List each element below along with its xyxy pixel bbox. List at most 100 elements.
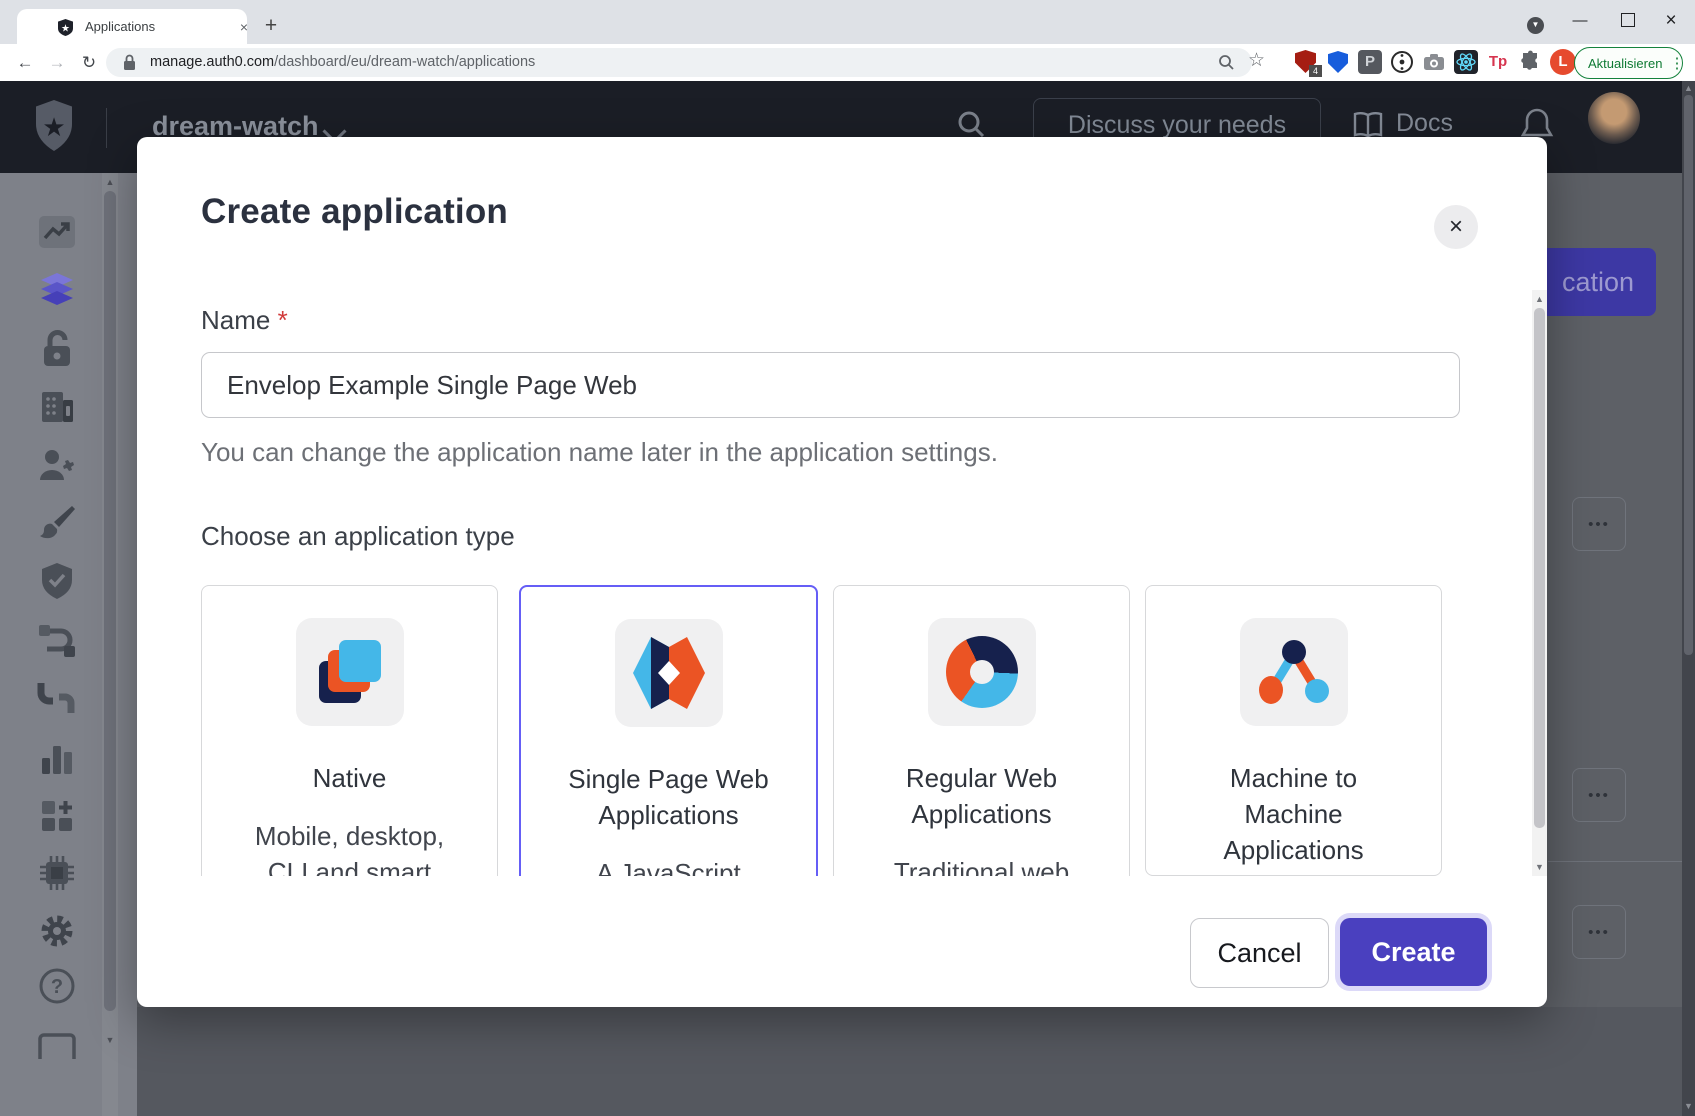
ublock-extension-icon[interactable]: 4 (1294, 50, 1318, 74)
reload-button-icon[interactable]: ↻ (76, 50, 102, 76)
p-extension-icon[interactable]: P (1358, 50, 1382, 74)
scroll-down-icon[interactable]: ▼ (102, 1035, 118, 1045)
sidebar-item-organizations[interactable] (35, 385, 79, 429)
camera-extension-icon[interactable] (1422, 50, 1446, 74)
page-scrollbar-thumb[interactable] (1684, 95, 1693, 655)
extensions-row: 4 P Tp L (1294, 48, 1576, 76)
browser-tab-strip: ★ Applications × + ▼ — × (0, 0, 1695, 44)
address-bar[interactable]: manage.auth0.com/dashboard/eu/dream-watc… (106, 48, 1252, 77)
required-asterisk: * (278, 305, 288, 335)
modal-close-button[interactable]: × (1434, 205, 1478, 249)
close-icon: × (1449, 213, 1463, 241)
card-title: Single Page WebApplications (521, 761, 816, 833)
card-title: Native (202, 760, 497, 796)
m2m-app-icon (1240, 618, 1348, 726)
sidebar-item-authentication[interactable] (35, 327, 79, 371)
sidebar-item-extensions[interactable] (35, 851, 79, 895)
crosshair-extension-icon[interactable] (1390, 50, 1414, 74)
branding-icon (38, 504, 76, 542)
screen: { "browser": { "tab_title": "Application… (0, 0, 1695, 1116)
browser-profile-avatar[interactable]: L (1550, 49, 1576, 75)
cancel-button[interactable]: Cancel (1190, 918, 1329, 988)
forward-button-icon[interactable]: → (44, 50, 70, 76)
tab-title: Applications (85, 19, 155, 34)
user-avatar[interactable] (1588, 92, 1640, 144)
application-name-input[interactable] (201, 352, 1460, 418)
sidebar-item-security[interactable] (35, 559, 79, 603)
browser-tab[interactable]: ★ Applications × (17, 9, 247, 44)
security-shield-icon (40, 562, 74, 600)
sidebar-item-user-management[interactable] (35, 443, 79, 487)
window-maximize-button[interactable] (1611, 8, 1645, 38)
sidebar-item-auth-pipeline[interactable] (35, 677, 79, 721)
bitwarden-extension-icon[interactable] (1326, 50, 1350, 74)
card-description: Mobile, desktop,CLI and smart (202, 818, 497, 876)
auth-pipeline-icon (37, 681, 77, 717)
row-menu-button[interactable]: ••• (1572, 768, 1626, 822)
card-single-page-web[interactable]: Single Page WebApplications A JavaScript (519, 585, 818, 876)
get-started-icon (38, 1033, 76, 1059)
marketplace-icon (39, 798, 75, 834)
svg-text:★: ★ (42, 112, 65, 142)
card-native[interactable]: Native Mobile, desktop,CLI and smart (201, 585, 498, 876)
sidebar-item-get-started[interactable] (35, 1024, 79, 1068)
modal-scrollbar[interactable]: ▲ ▼ (1532, 290, 1547, 876)
extensions-puzzle-icon[interactable] (1518, 50, 1542, 74)
new-tab-button[interactable]: + (258, 13, 284, 39)
regular-web-app-icon (928, 618, 1036, 726)
monitoring-bars-icon (40, 740, 74, 776)
row-menu-button[interactable]: ••• (1572, 905, 1626, 959)
spa-app-icon (615, 619, 723, 727)
back-button-icon[interactable]: ← (12, 50, 38, 76)
create-button[interactable]: Create (1340, 918, 1487, 986)
content-background-left (118, 173, 137, 1116)
zoom-page-icon[interactable] (1218, 54, 1235, 71)
auth0-logo-icon: ★ (34, 100, 74, 152)
content-scrollbar-thumb[interactable] (104, 191, 116, 1011)
bookmark-star-icon[interactable]: ☆ (1248, 49, 1265, 72)
sidebar-item-monitoring[interactable] (35, 736, 79, 780)
sidebar-item-help[interactable]: ? (35, 964, 79, 1008)
modal-scroll-down-icon[interactable]: ▼ (1532, 862, 1547, 872)
page-scrollbar[interactable]: ▲ ▼ (1682, 81, 1695, 1116)
page-scroll-up-icon[interactable]: ▲ (1682, 83, 1695, 93)
react-devtools-extension-icon[interactable] (1454, 50, 1478, 74)
card-description: A JavaScript (521, 855, 816, 876)
row-menu-button[interactable]: ••• (1572, 497, 1626, 551)
update-chrome-button[interactable]: Aktualisieren ⋮ (1574, 47, 1683, 79)
card-description: Traditional web (834, 854, 1129, 876)
sidebar-item-marketplace[interactable] (35, 794, 79, 838)
sidebar-item-activity[interactable] (35, 210, 79, 254)
docs-link[interactable]: Docs (1396, 109, 1453, 138)
header-search-icon[interactable] (956, 109, 986, 139)
window-close-button[interactable]: × (1654, 6, 1688, 36)
svg-text:★: ★ (61, 23, 70, 34)
create-application-button-background[interactable]: cation (1540, 248, 1656, 316)
card-machine-to-machine[interactable]: Machine toMachineApplications (1145, 585, 1442, 876)
sidebar-item-settings[interactable] (35, 909, 79, 953)
tampermonkey-tp-extension-icon[interactable]: Tp (1486, 50, 1510, 74)
sidebar-item-branding[interactable] (35, 501, 79, 545)
settings-gear-icon (38, 912, 76, 950)
organizations-icon (39, 390, 75, 424)
pill-kebab-icon[interactable]: ⋮ (1669, 54, 1684, 72)
modal-scroll-up-icon[interactable]: ▲ (1532, 294, 1547, 304)
card-title: Machine toMachineApplications (1146, 760, 1441, 868)
native-app-icon (296, 618, 404, 726)
modal-scrollbar-thumb[interactable] (1534, 308, 1545, 828)
tab-close-icon[interactable]: × (235, 18, 253, 36)
scroll-up-icon[interactable]: ▲ (102, 177, 118, 187)
content-scrollbar[interactable]: ▲ ▼ (102, 173, 118, 1116)
authentication-lock-icon (39, 330, 75, 368)
tab-search-caret-icon[interactable]: ▼ (1527, 17, 1544, 34)
window-minimize-button[interactable]: — (1563, 6, 1597, 36)
card-regular-web[interactable]: Regular WebApplications Traditional web (833, 585, 1130, 876)
sidebar-item-actions[interactable] (35, 619, 79, 663)
extensions-chip-icon (38, 854, 76, 892)
application-type-heading: Choose an application type (201, 521, 515, 552)
name-helper-text: You can change the application name late… (201, 437, 998, 468)
page-scroll-down-icon[interactable]: ▼ (1682, 1101, 1695, 1111)
sidebar-item-applications[interactable] (35, 269, 79, 313)
browser-toolbar: ← → ↻ manage.auth0.com/dashboard/eu/drea… (0, 44, 1695, 82)
user-management-icon (37, 448, 77, 482)
